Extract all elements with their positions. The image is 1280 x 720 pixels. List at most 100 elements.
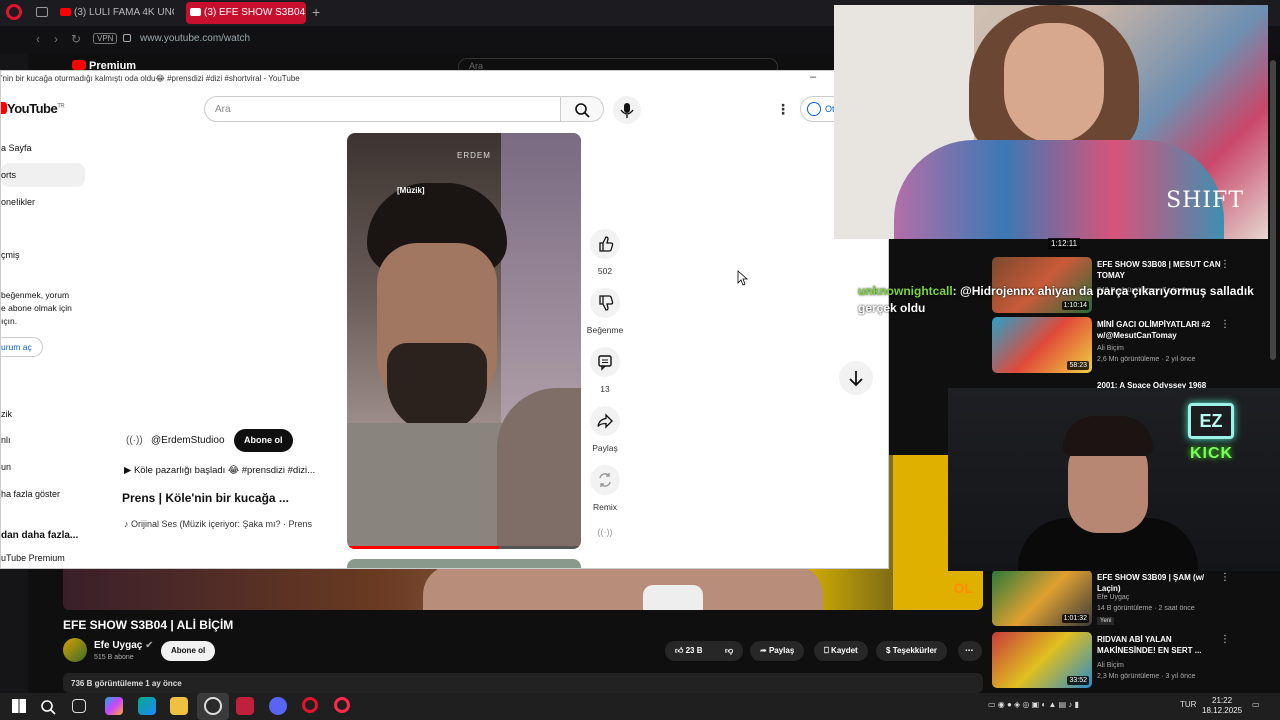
channel-avatar[interactable]: [63, 638, 87, 662]
kebab-menu-icon[interactable]: ⋮: [1220, 259, 1230, 270]
rec-item[interactable]: 33:52 RIDVAN ABİ YALAN MAKİNESİNDE! EN S…: [992, 632, 1240, 690]
discord-icon[interactable]: [269, 697, 287, 715]
short-channel-name[interactable]: @ErdemStudioo: [151, 435, 225, 446]
input-language[interactable]: TUR: [1180, 700, 1196, 709]
obs-icon[interactable]: [204, 697, 222, 715]
file-explorer-icon[interactable]: [170, 697, 188, 715]
forward-icon[interactable]: ›: [54, 32, 58, 46]
comment-icon[interactable]: [590, 347, 620, 377]
thumb-down-icon[interactable]: [590, 288, 620, 318]
page-scrollbar[interactable]: [1270, 60, 1276, 360]
next-short-preview[interactable]: [347, 559, 581, 568]
sidebar-item-shorts[interactable]: orts: [1, 170, 16, 180]
reload-icon[interactable]: ↻: [71, 32, 81, 46]
video-editor-icon[interactable]: [236, 697, 254, 715]
save-button[interactable]: ⎕ Kaydet: [814, 641, 868, 661]
video-progress-bar[interactable]: [347, 546, 581, 549]
search-input[interactable]: Ara: [204, 96, 561, 122]
share-button[interactable]: ➦ Paylaş: [750, 641, 805, 661]
windows-start-icon[interactable]: [12, 699, 26, 713]
system-clock[interactable]: 21:22 18.12.2025: [1202, 696, 1242, 716]
lock-icon: [123, 34, 131, 42]
dislike-action[interactable]: Beğenme: [587, 288, 623, 335]
remix-action[interactable]: Remix: [589, 465, 621, 512]
task-view-icon[interactable]: [72, 699, 86, 713]
shorts-popup-window: 'nin bir kucağa oturmadığı kalmıştı oda …: [0, 70, 889, 569]
rec-thumbnail: 33:52: [992, 632, 1092, 688]
opera-gx-icon[interactable]: [334, 697, 350, 713]
music-note-icon: ♪: [124, 519, 129, 529]
short-title[interactable]: Prens | Köle'nin bir kucağa ...: [122, 491, 342, 505]
minimize-button[interactable]: –: [810, 71, 816, 83]
shorts-video-player[interactable]: ERDEM [Müzik]: [347, 133, 581, 549]
youtube-icon: [72, 60, 86, 70]
rec-item[interactable]: 1:01:32 EFE SHOW S3B09 | ŞAM (w/ Laçin) …: [992, 570, 1240, 628]
like-action[interactable]: 502: [589, 229, 621, 276]
sidebar-item-music[interactable]: zik: [1, 409, 12, 419]
sidebar-item-history[interactable]: çmiş: [1, 250, 20, 260]
copilot-icon[interactable]: [105, 697, 123, 715]
video-corner-text: OL: [953, 580, 973, 596]
opera-logo-icon[interactable]: [6, 4, 22, 20]
share-icon[interactable]: [590, 406, 620, 436]
share-action[interactable]: Paylaş: [589, 406, 621, 453]
dislike-button[interactable]: 👎︎: [715, 641, 743, 661]
popup-window-title: 'nin bir kucağa oturmadığı kalmıştı oda …: [1, 74, 300, 83]
channel-watermark: SHIFT: [1166, 188, 1244, 213]
more-actions-icon[interactable]: ⋯: [958, 641, 982, 661]
opera-icon[interactable]: [302, 697, 318, 713]
settings-menu-icon[interactable]: ⋮: [776, 101, 790, 118]
edge-icon[interactable]: [138, 697, 156, 715]
rec-item[interactable]: 58:23 MİNİ GACI OLİMPİYATLARI #2 w/@Mesu…: [992, 317, 1240, 375]
sidebar-item-subscriptions[interactable]: oneIikler: [1, 197, 35, 207]
sidebar-section-more: dan daha fazla...: [1, 530, 79, 541]
channel-name[interactable]: Efe Uygaç ✔: [94, 640, 154, 651]
thumb-up-icon[interactable]: [590, 229, 620, 259]
tab-efe-show[interactable]: (3) EFE SHOW S3B04 | ALİ: [186, 2, 306, 24]
youtube-logo[interactable]: YouTubeTR: [1, 101, 65, 116]
like-button[interactable]: 👍︎ 23 B: [665, 641, 715, 661]
url-field[interactable]: www.youtube.com/watch: [140, 33, 250, 44]
sidebar-item-home[interactable]: a Sayfa: [1, 143, 32, 153]
next-short-button[interactable]: [839, 361, 873, 395]
new-tab-icon[interactable]: +: [312, 4, 320, 20]
comments-action[interactable]: 13: [589, 347, 621, 394]
thanks-icon: $: [886, 646, 891, 655]
tab-luli-fama[interactable]: (3) LULI FAMA 4K UNCUT: [56, 2, 174, 24]
video-title: EFE SHOW S3B04 | ALİ BİÇİM: [63, 618, 234, 632]
rec-thumbnail: 1:01:32: [992, 570, 1092, 626]
short-audio-info[interactable]: ♪ Orijinal Ses (Müzik içeriyor: Şaka mı?…: [124, 519, 341, 529]
views-bar[interactable]: 736 B görüntüleme 1 ay önce: [63, 673, 983, 693]
kebab-menu-icon[interactable]: ⋮: [1220, 634, 1230, 645]
sidebar-sign-in-button[interactable]: urum aç: [1, 337, 43, 357]
tab-manager-icon[interactable]: [36, 7, 48, 17]
sidebar-item-live[interactable]: nlı: [1, 435, 11, 445]
vpn-badge[interactable]: VPN: [93, 33, 118, 44]
webcam-overlay-top: SHIFT: [834, 5, 1268, 239]
youtube-favicon-icon: [190, 8, 201, 16]
voice-search-button[interactable]: [613, 96, 641, 124]
sidebar-item-premium[interactable]: uTube Premium: [1, 553, 65, 563]
notification-icon[interactable]: ▭: [1252, 700, 1260, 709]
mouse-cursor-icon: [737, 270, 749, 286]
bg-subscribe-button[interactable]: Abone ol: [161, 641, 216, 661]
thanks-button[interactable]: $ Teşekkürler: [876, 641, 948, 661]
search-icon[interactable]: [40, 699, 56, 715]
short-description[interactable]: ▶ Köle pazarlığı başladı 😂 #prensdizi #d…: [124, 465, 341, 476]
kebab-menu-icon[interactable]: ⋮: [1220, 572, 1230, 583]
thumb-down-icon: 👎︎: [725, 646, 734, 655]
remix-icon[interactable]: [590, 465, 620, 495]
youtube-favicon-icon: [60, 8, 71, 16]
search-button[interactable]: [561, 96, 604, 122]
back-icon[interactable]: ‹: [36, 32, 40, 46]
sidebar-signin-note: beğenmek, yorum e abone olmak için ıçın.: [1, 290, 72, 326]
kebab-menu-icon[interactable]: ⋮: [1220, 319, 1230, 330]
tray-icons[interactable]: ▭ ◉ ● ◈ ◎ ▣ ◐ ▲ ▤ ♪ ▮: [988, 700, 1079, 709]
subscribe-button[interactable]: Abone ol: [234, 429, 293, 452]
webcam-overlay-streamer: EZ KICK: [948, 388, 1280, 571]
sidebar-item-show-more[interactable]: ha fazla göster: [1, 489, 60, 499]
sidebar-item-gaming[interactable]: un: [1, 462, 11, 472]
rec-duration-badge: 1:12:11: [1048, 238, 1081, 249]
neon-kick-sign: KICK: [1190, 445, 1234, 462]
rec-item[interactable]: 2001: A Space Odyssey 1968: [992, 378, 1240, 390]
